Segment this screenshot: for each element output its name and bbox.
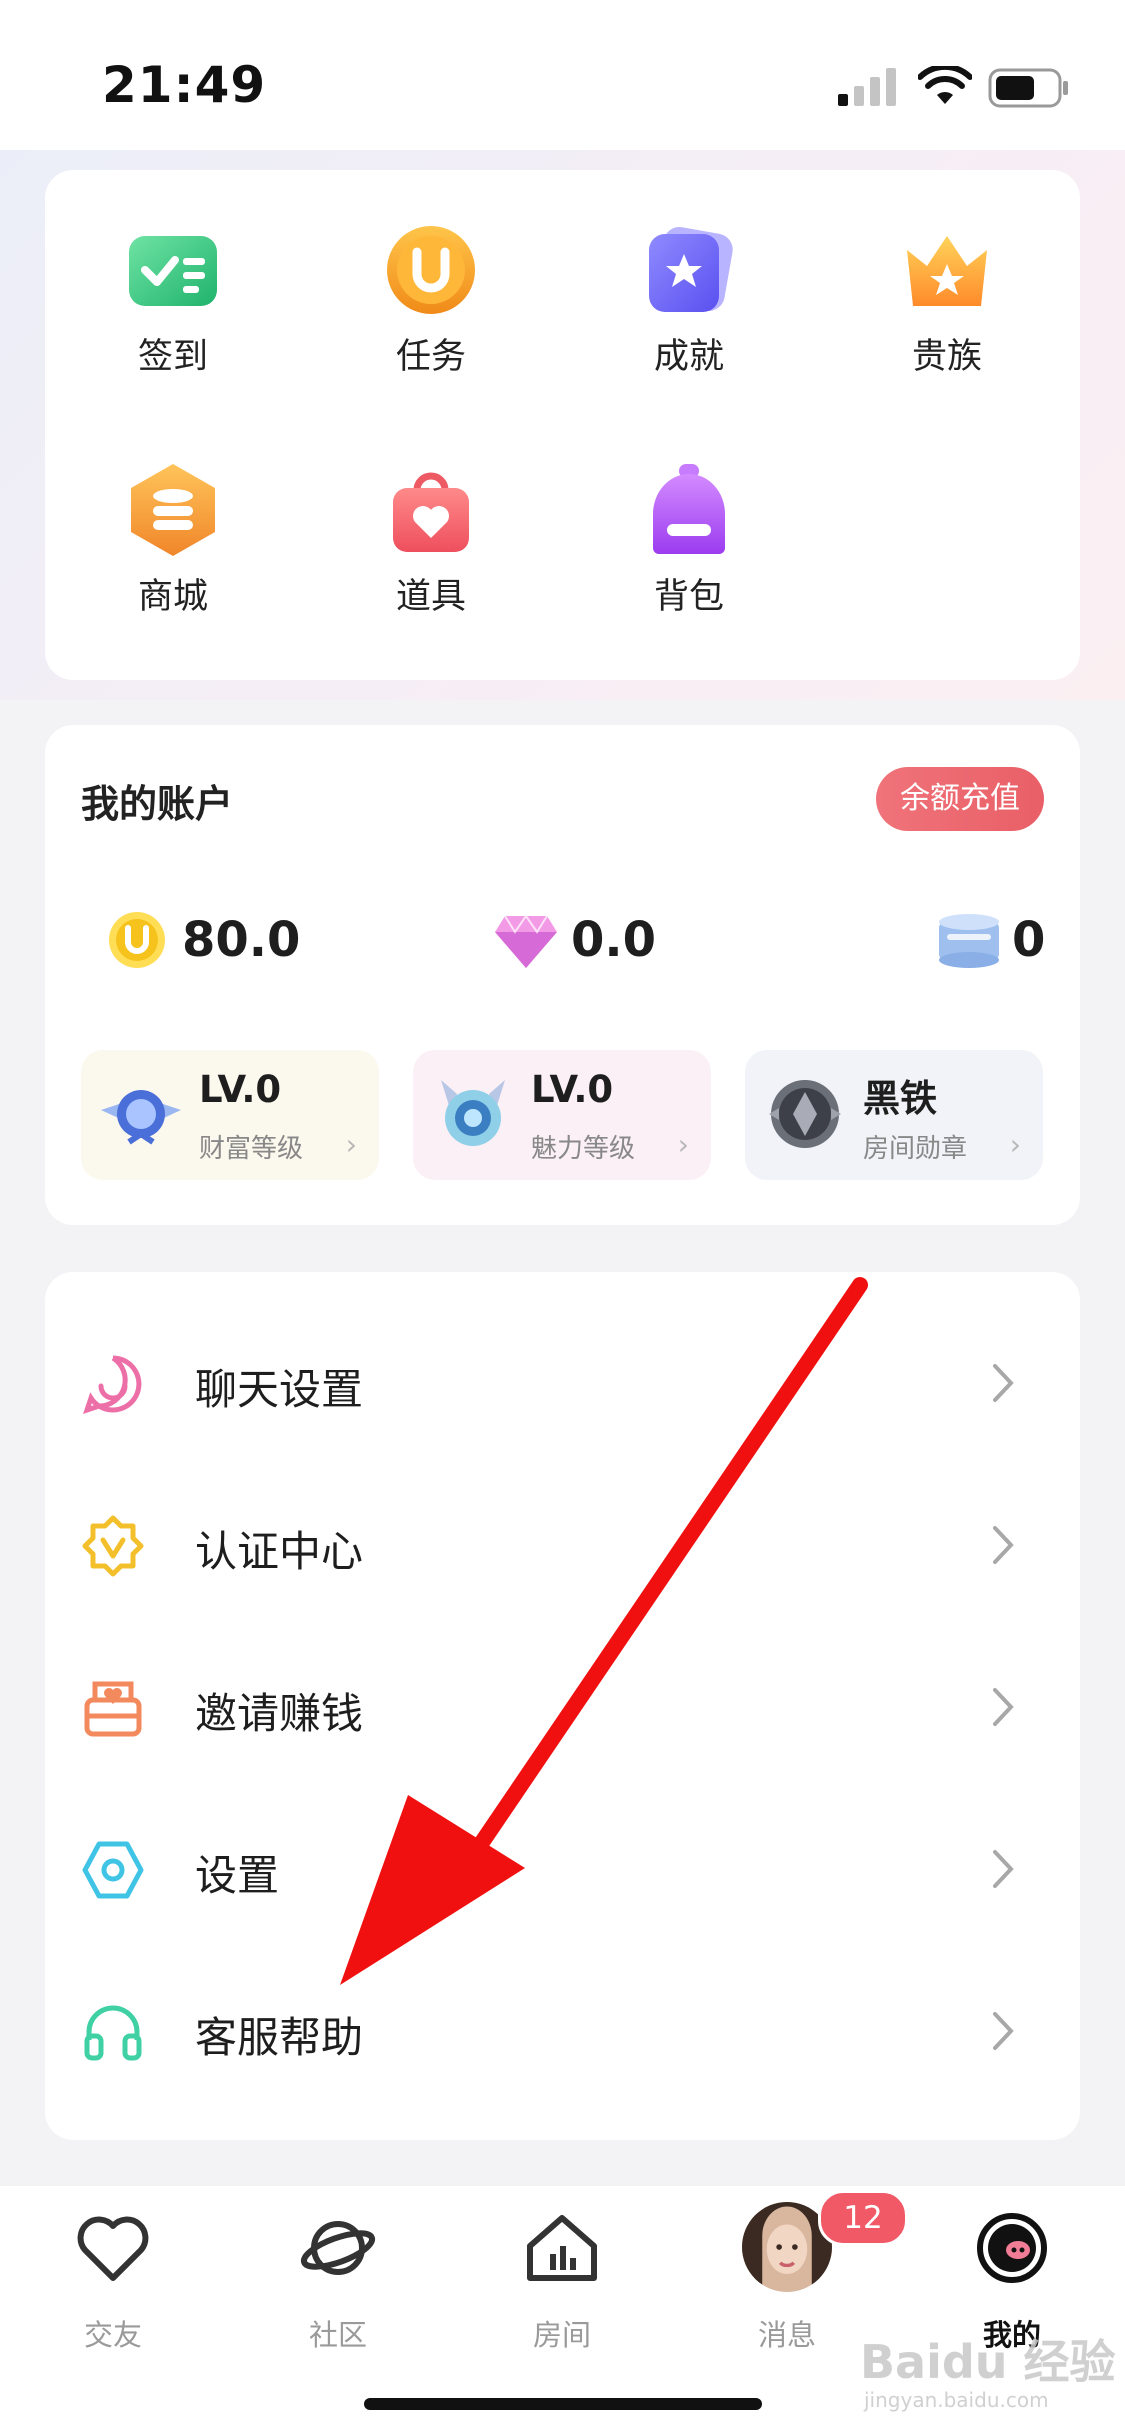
crown-icon (907, 236, 987, 306)
quick-label: 背包 (653, 577, 724, 617)
chevron-right-icon: › (345, 1128, 357, 1161)
settings-list: 聊天设置 认证中心 邀请赚钱 设置 客服帮助 (45, 1272, 1080, 2140)
account-card: 我的账户 余额充值 80.0 0.0 0 LV.0 财富等级 › LV.0 魅力… (45, 725, 1080, 1225)
room-medal-value: 黑铁 (863, 1077, 937, 1120)
quick-label: 成就 (653, 337, 724, 377)
charm-level-badge-icon (441, 1080, 505, 1146)
list-item-chat-settings[interactable]: 聊天设置 (45, 1302, 1080, 1464)
planet-icon (300, 2221, 376, 2275)
list-item-label: 设置 (195, 1851, 280, 1900)
silver-coin-icon (939, 914, 999, 968)
coin-balance-value: 80.0 (182, 912, 301, 968)
wealth-level-value: LV.0 (199, 1068, 282, 1111)
watermark: Baidu 经验 jingyan.baidu.com (860, 2326, 1116, 2412)
tab-label: 房间 (532, 2318, 591, 2352)
quick-actions-card: 签到 任务 成就 贵族 商城 道具 背包 (45, 170, 1080, 680)
tab-label: 消息 (757, 2318, 816, 2352)
heart-bag-icon (393, 472, 469, 552)
silver-balance-value: 0 (1012, 912, 1046, 968)
quick-label: 贵族 (911, 337, 982, 377)
list-item-invite-earn[interactable]: 邀请赚钱 (45, 1626, 1080, 1788)
check-card-icon (129, 236, 217, 306)
verified-badge-icon (82, 1515, 144, 1577)
heart-icon (77, 2216, 149, 2281)
chevron-right-icon (993, 1364, 1014, 1402)
list-item-label: 客服帮助 (195, 2013, 364, 2062)
list-item-verification[interactable]: 认证中心 (45, 1464, 1080, 1626)
coin-stack-icon (131, 464, 215, 556)
chevron-right-icon (993, 2012, 1014, 2050)
account-title: 我的账户 (81, 782, 234, 826)
quick-item-backpack[interactable]: 背包 (589, 460, 789, 620)
headset-icon (84, 2005, 142, 2061)
home-indicator[interactable] (364, 2398, 762, 2410)
list-item-label: 认证中心 (195, 1527, 364, 1576)
room-medal[interactable]: 黑铁 房间勋章 › (745, 1050, 1043, 1180)
room-medal-label: 房间勋章 (863, 1134, 968, 1164)
tab-label: 社区 (308, 2318, 367, 2352)
gold-coin-icon (109, 912, 165, 968)
list-item-customer-service[interactable]: 客服帮助 (45, 1950, 1080, 2112)
quick-label: 商城 (137, 577, 208, 617)
chevron-right-icon (993, 1526, 1014, 1564)
quick-item-nobility[interactable]: 贵族 (847, 220, 1047, 380)
quick-item-achievements[interactable]: 成就 (589, 220, 789, 380)
quick-item-checkin[interactable]: 签到 (73, 220, 273, 380)
recharge-button[interactable]: 余额充值 (876, 767, 1044, 831)
battery-icon (988, 68, 1068, 108)
wealth-level-label: 财富等级 (199, 1134, 304, 1164)
backpack-icon (653, 464, 725, 554)
charm-level-label: 魅力等级 (531, 1134, 636, 1164)
list-item-label: 邀请赚钱 (195, 1689, 364, 1738)
watermark-sub: jingyan.baidu.com (864, 2388, 1049, 2412)
u-coin-icon (387, 226, 475, 314)
charm-level[interactable]: LV.0 魅力等级 › (413, 1050, 711, 1180)
quick-item-tasks[interactable]: 任务 (331, 220, 531, 380)
quick-item-mall[interactable]: 商城 (73, 460, 273, 620)
hex-settings-icon (82, 1841, 144, 1899)
chevron-right-icon (993, 1688, 1014, 1726)
list-item-settings[interactable]: 设置 (45, 1788, 1080, 1950)
charm-level-value: LV.0 (531, 1068, 614, 1111)
chevron-right-icon: › (1009, 1128, 1021, 1161)
smile-chat-icon (83, 1355, 142, 1414)
status-time: 21:49 (102, 56, 267, 114)
status-bar: 21:49 (0, 0, 1125, 150)
tab-label: 交友 (83, 2318, 142, 2352)
list-item-label: 聊天设置 (195, 1365, 364, 1414)
wealth-level[interactable]: LV.0 财富等级 › (81, 1050, 379, 1180)
diamond-icon (495, 914, 557, 968)
black-iron-medal-icon (769, 1080, 841, 1148)
house-chart-icon (527, 2215, 597, 2281)
quick-item-props[interactable]: 道具 (331, 460, 531, 620)
diamond-balance-value: 0.0 (571, 912, 657, 968)
quick-label: 任务 (395, 337, 466, 377)
chevron-right-icon (993, 1850, 1014, 1888)
chevron-right-icon: › (677, 1128, 689, 1161)
wifi-icon (918, 66, 972, 104)
pig-face-icon (977, 2213, 1047, 2283)
quick-label: 道具 (395, 577, 466, 617)
envelope-heart-icon (84, 1681, 142, 1737)
unread-badge: 12 (818, 2190, 908, 2246)
cellular-signal-icon (838, 68, 896, 106)
wealth-level-badge-icon (101, 1090, 181, 1145)
star-badge-icon (649, 227, 733, 312)
watermark-text: Baidu 经验 (860, 2335, 1116, 2389)
quick-label: 签到 (137, 337, 208, 377)
